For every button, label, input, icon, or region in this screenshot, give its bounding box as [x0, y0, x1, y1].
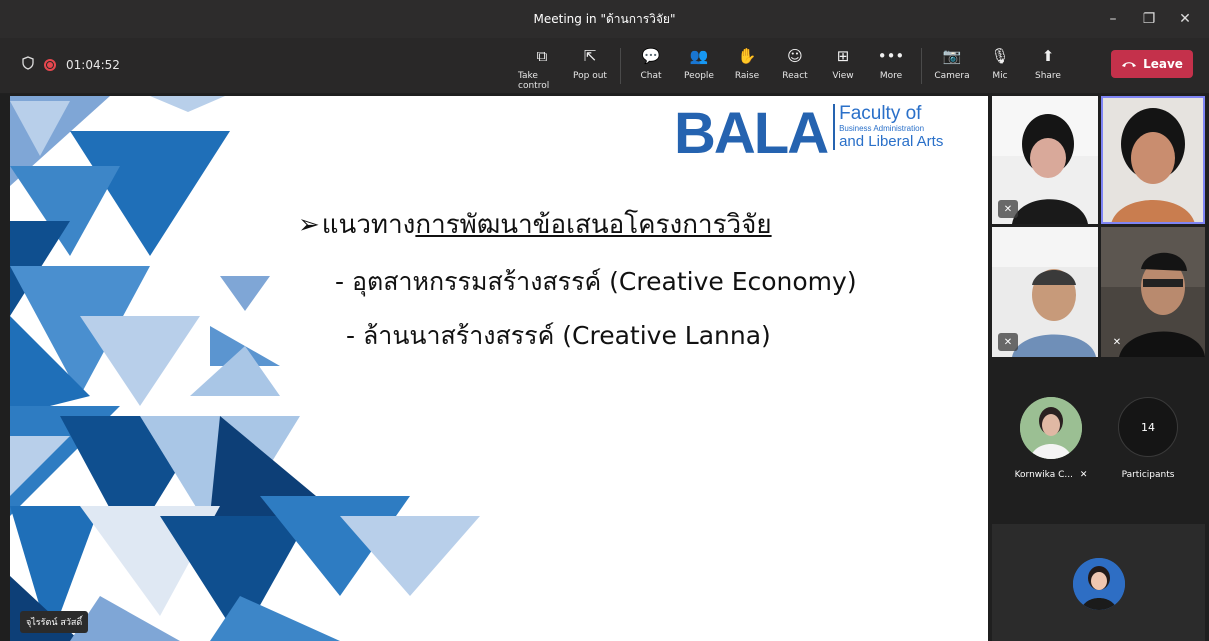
people-button[interactable]: 👥 People [675, 46, 723, 81]
meeting-timer: 01:04:52 [66, 57, 120, 72]
chat-label: Chat [640, 71, 662, 81]
leave-button[interactable]: Leave [1111, 50, 1193, 78]
share-button[interactable]: ⬆ Share [1024, 46, 1072, 81]
react-button[interactable]: ☺ React [771, 46, 819, 81]
participants-count[interactable]: 14 [1118, 397, 1178, 457]
view-label: View [832, 71, 854, 81]
people-icon: 👥 [689, 47, 709, 65]
people-label: People [684, 71, 714, 81]
react-label: React [782, 71, 808, 81]
mic-button[interactable]: 🎙 Mic [976, 46, 1024, 81]
title-bar: Meeting in "ด้านการวิจัย" – ❐ ✕ [0, 0, 1209, 38]
mic-off-icon: ✕ [998, 333, 1018, 351]
participant-name-text: Kornwika C... [1014, 470, 1073, 480]
close-button[interactable]: ✕ [1167, 11, 1203, 27]
window-title: Meeting in "ด้านการวิจัย" [533, 11, 676, 26]
view-button[interactable]: ⊞ View [819, 46, 867, 81]
video-tile[interactable]: ✕ [992, 227, 1098, 357]
meeting-status: 01:04:52 [22, 56, 120, 73]
chat-button[interactable]: 💬 Chat [627, 46, 675, 81]
hand-icon: ✋ [737, 47, 757, 65]
avatar-photo [1073, 558, 1125, 610]
shared-screen: BALA Faculty of Business Administration … [10, 96, 988, 641]
take-control-label: Take control [518, 71, 550, 91]
video-tile[interactable]: ✕ [1101, 227, 1205, 357]
take-control-button[interactable]: ⧉ Take control [518, 46, 566, 91]
smiley-icon: ☺ [787, 47, 803, 65]
slide-bullet-2: - ล้านนาสร้างสรรค์ (Creative Lanna) [346, 321, 771, 350]
avatar-photo [1020, 397, 1082, 459]
maximize-button[interactable]: ❐ [1131, 11, 1167, 27]
minimize-button[interactable]: – [1095, 11, 1131, 27]
window-controls: – ❐ ✕ [1095, 0, 1203, 38]
camera-label: Camera [934, 71, 970, 81]
video-tile[interactable]: ✕ [992, 96, 1098, 224]
pop-out-icon: ⇱ [583, 47, 597, 65]
chat-icon: 💬 [641, 47, 661, 65]
meeting-toolbar: 01:04:52 ⧉ Take control ⇱ Pop out 💬 Chat 👥 P… [0, 38, 1209, 94]
toolbar-divider [921, 48, 922, 84]
take-control-icon: ⧉ [536, 47, 548, 65]
pop-out-label: Pop out [573, 71, 607, 81]
pop-out-button[interactable]: ⇱ Pop out [566, 46, 614, 81]
faculty-line-3: and Liberal Arts [839, 133, 944, 150]
participant-name: Kornwika C... ✕ [1004, 470, 1098, 480]
mic-off-icon: ✕ [998, 200, 1018, 218]
participant-video [1101, 96, 1205, 224]
share-label: Share [1035, 71, 1061, 81]
faculty-name: Faculty of Business Administration and L… [833, 104, 943, 150]
video-tile-active-speaker[interactable] [1101, 96, 1205, 224]
more-icon: ••• [877, 47, 905, 65]
logo-wordmark: BALA [674, 101, 829, 166]
presenter-name-tag: จุไรรัตน์ สวัสดิ์ [20, 611, 89, 633]
camera-button[interactable]: 📷 Camera [928, 46, 976, 81]
mic-off-icon: ✕ [1079, 470, 1088, 480]
grid-icon: ⊞ [836, 47, 850, 65]
mic-label: Mic [992, 71, 1008, 81]
more-label: More [879, 71, 903, 81]
avatar[interactable] [1020, 397, 1082, 459]
raise-hand-button[interactable]: ✋ Raise [723, 46, 771, 81]
slide-heading: ➢ แนวทาง การพัฒนาข้อเสนอโครงการวิจัย [298, 204, 772, 245]
slide-bullet-1: - อุตสาหกรรมสร้างสรรค์ (Creative Economy… [335, 267, 857, 296]
faculty-line-1: Faculty of [839, 103, 922, 124]
mic-off-icon: 🎙 [990, 47, 1010, 65]
self-view-tile[interactable] [992, 524, 1205, 641]
bala-logo: BALA Faculty of Business Administration … [674, 104, 943, 164]
toolbar-actions: ⧉ Take control ⇱ Pop out 💬 Chat 👥 People ✋ Ra… [518, 46, 1072, 91]
raise-label: Raise [734, 71, 760, 81]
avatar [1073, 558, 1125, 610]
share-icon: ⬆ [1041, 47, 1055, 65]
heading-underlined-text: การพัฒนาข้อเสนอโครงการวิจัย [415, 210, 772, 240]
heading-plain-text: แนวทาง [321, 210, 416, 240]
camera-off-icon: 📷 [942, 47, 962, 65]
recording-icon [44, 58, 56, 71]
phone-hangup-icon [1121, 57, 1137, 71]
participants-label: Participants [1121, 470, 1175, 480]
toolbar-divider [620, 48, 621, 84]
arrow-bullet-icon: ➢ [298, 210, 320, 240]
mic-off-icon: ✕ [1112, 336, 1122, 348]
slide-decoration [10, 96, 480, 641]
more-button[interactable]: ••• More [867, 46, 915, 81]
shield-icon [22, 56, 34, 73]
leave-label: Leave [1143, 57, 1183, 71]
